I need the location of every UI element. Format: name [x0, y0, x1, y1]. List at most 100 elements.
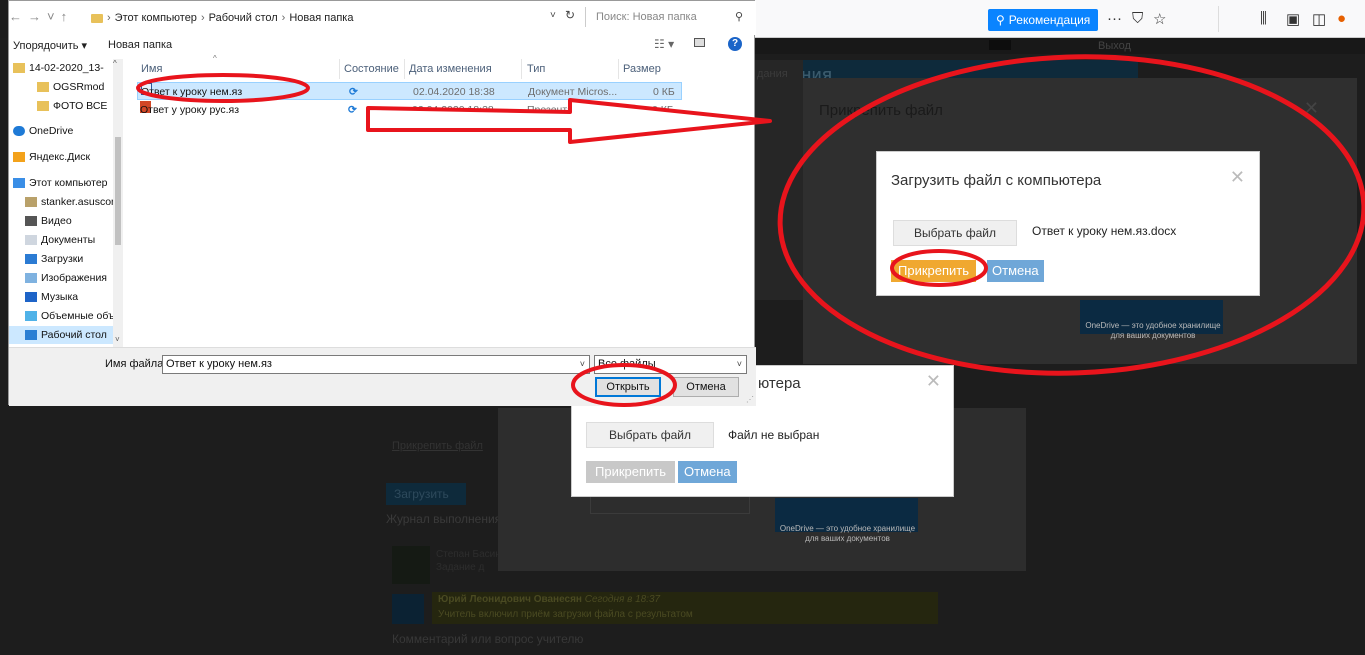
- sidebar-item-desktop[interactable]: Рабочий стол: [9, 326, 119, 344]
- sidebar-item-label: Объемные объ: [41, 310, 115, 322]
- sidebar-item-label: Видео: [41, 215, 72, 227]
- sidebar-icon[interactable]: ◫: [1312, 10, 1326, 28]
- file-name: Ответ у уроку рус.яз: [140, 104, 240, 116]
- sidebar-scroll-thumb[interactable]: [115, 137, 121, 245]
- file-row[interactable]: Ответ у уроку рус.яз ⟳ 02.04.2020 18:38 …: [137, 101, 682, 119]
- file-row[interactable]: Ответ к уроку нем.яз ⟳ 02.04.2020 18:38 …: [137, 82, 682, 100]
- file-date: 02.04.2020 18:38: [413, 86, 495, 98]
- exit-link[interactable]: Выход: [1098, 40, 1131, 52]
- sidebar-item-network[interactable]: stanker.asuscor: [25, 193, 115, 211]
- dimmed-side-label: дания: [757, 68, 788, 80]
- pocket-icon[interactable]: ⛉: [1132, 10, 1143, 27]
- dimmed-side-panel: дания: [755, 60, 803, 300]
- toolbar-separator: [1218, 6, 1219, 32]
- file-type: Документ Micros...: [528, 86, 618, 98]
- choose-file-button[interactable]: Выбрать файл: [586, 422, 714, 448]
- sidebar-item-yandex-disk[interactable]: Яндекс.Диск: [13, 148, 90, 166]
- sidebar-item-downloads[interactable]: Загрузки: [25, 250, 83, 268]
- attach-button-disabled[interactable]: Прикрепить: [586, 461, 676, 483]
- sidebar-item-label: Яндекс.Диск: [29, 151, 91, 163]
- filename-input[interactable]: Ответ к уроку нем.яз ˅: [162, 355, 590, 374]
- choose-file-button[interactable]: Выбрать файл: [893, 220, 1017, 246]
- column-header-type[interactable]: Тип: [527, 63, 545, 75]
- address-bar[interactable]: › Этот компьютер › Рабочий стол › Новая папка: [91, 8, 569, 28]
- column-header-size[interactable]: Размер: [623, 63, 661, 75]
- sidebar-item-this-pc[interactable]: Этот компьютер: [13, 174, 108, 192]
- search-input[interactable]: Поиск: Новая папка ⚲: [585, 7, 751, 27]
- author-avatar: [392, 594, 424, 624]
- documents-icon: [25, 235, 37, 246]
- chevron-down-icon[interactable]: ˅: [737, 356, 742, 373]
- open-button[interactable]: Открыть: [595, 377, 661, 397]
- resize-grip-icon[interactable]: ⋰: [746, 395, 754, 404]
- close-icon[interactable]: ✕: [926, 371, 941, 392]
- sidebar-item-onedrive[interactable]: OneDrive: [13, 122, 73, 140]
- sidebar-item-label: Изображения: [41, 272, 107, 284]
- help-icon[interactable]: ?: [728, 37, 742, 51]
- filetype-value: Все файлы: [598, 358, 656, 370]
- cancel-button[interactable]: Отмена: [673, 377, 739, 397]
- back-arrow-icon[interactable]: ←: [9, 9, 28, 24]
- sidebar-item-label: OneDrive: [29, 125, 74, 137]
- column-header-name[interactable]: Имя: [141, 63, 162, 75]
- breadcrumb-desktop[interactable]: Рабочий стол: [209, 12, 278, 24]
- attach-file-link[interactable]: Прикрепить файл: [392, 440, 483, 452]
- file-type: Презентация Mic...: [527, 104, 619, 116]
- browser-toolbar: ⚲ Рекомендация ··· ⛉ ☆ ⫼ ▣ ◫ ●: [755, 0, 1365, 38]
- dimmed-input-box: [590, 496, 750, 514]
- recommendation-button[interactable]: ⚲ Рекомендация: [988, 9, 1099, 31]
- up-arrow-icon[interactable]: ↑: [61, 9, 74, 24]
- search-icon: ⚲: [734, 11, 743, 23]
- attach-button[interactable]: Прикрепить: [891, 260, 977, 282]
- sort-caret-icon: ^: [213, 54, 217, 63]
- computer-icon: [13, 178, 25, 189]
- sync-status-icon: ⟳: [349, 86, 358, 98]
- search-placeholder: Поиск: Новая папка: [596, 11, 697, 23]
- scroll-up-icon[interactable]: ^: [113, 59, 117, 68]
- activity-author: Юрий Леонидович Ованесян: [438, 594, 582, 605]
- more-icon[interactable]: ···: [1107, 10, 1122, 27]
- folder-icon: [91, 13, 103, 23]
- sidebar-item-documents[interactable]: Документы: [25, 231, 95, 249]
- cancel-button[interactable]: Отмена: [987, 260, 1044, 282]
- close-icon[interactable]: ✕: [1230, 167, 1245, 188]
- sidebar-item-pictures[interactable]: Изображения: [25, 269, 107, 287]
- sidebar-item-video[interactable]: Видео: [25, 212, 72, 230]
- sidebar-item-music[interactable]: Музыка: [25, 288, 78, 306]
- recent-dropdown-icon[interactable]: ˅: [47, 9, 61, 24]
- sidebar-item-folder-1[interactable]: 14-02-2020_13-: [13, 59, 104, 77]
- firefox-account-icon[interactable]: ●: [1337, 10, 1346, 27]
- network-drive-icon: [25, 197, 37, 208]
- refresh-icon[interactable]: ↻: [565, 8, 575, 22]
- filetype-select[interactable]: Все файлы ˅: [594, 355, 747, 374]
- teacher-name: Степан Басин: [436, 549, 501, 560]
- no-file-label: Файл не выбран: [728, 428, 820, 442]
- sync-status-icon: ⟳: [348, 104, 357, 116]
- close-icon[interactable]: ✕: [1304, 98, 1319, 119]
- scroll-down-icon[interactable]: ˅: [115, 335, 120, 344]
- column-header-status[interactable]: Состояние: [344, 63, 399, 75]
- forward-arrow-icon[interactable]: →: [28, 9, 47, 24]
- upload-modal-title: Загрузить файл с компьютера: [891, 172, 1102, 189]
- preview-pane-icon[interactable]: [694, 38, 705, 47]
- view-options-icon[interactable]: ☷ ▾: [654, 37, 674, 51]
- breadcrumb-new-folder[interactable]: Новая папка: [289, 12, 353, 24]
- sidebar-item-photo[interactable]: ФОТО ВСЕ: [37, 97, 107, 115]
- sidebar-item-label: Этот компьютер: [29, 177, 108, 189]
- reader-icon[interactable]: ▣: [1286, 10, 1300, 28]
- sidebar-item-ogsrmod[interactable]: OGSRmod: [37, 78, 104, 96]
- chevron-down-icon[interactable]: ˅: [580, 356, 585, 373]
- cancel-button[interactable]: Отмена: [678, 461, 737, 483]
- upload-button[interactable]: Загрузить: [386, 483, 466, 505]
- teacher-avatar: [392, 546, 430, 584]
- chevron-down-icon[interactable]: ˅: [550, 10, 556, 21]
- breadcrumb-computer[interactable]: Этот компьютер: [115, 12, 197, 24]
- organize-button[interactable]: Упорядочить ▾: [13, 39, 87, 52]
- new-folder-button[interactable]: Новая папка: [108, 39, 172, 51]
- column-header-date[interactable]: Дата изменения: [409, 63, 492, 75]
- star-icon[interactable]: ☆: [1153, 10, 1166, 28]
- column-separator: [521, 59, 522, 79]
- location-pin-icon: ⚲: [996, 13, 1005, 27]
- sidebar-item-3d-objects[interactable]: Объемные объ: [25, 307, 115, 325]
- library-icon[interactable]: ⫼: [1260, 10, 1267, 27]
